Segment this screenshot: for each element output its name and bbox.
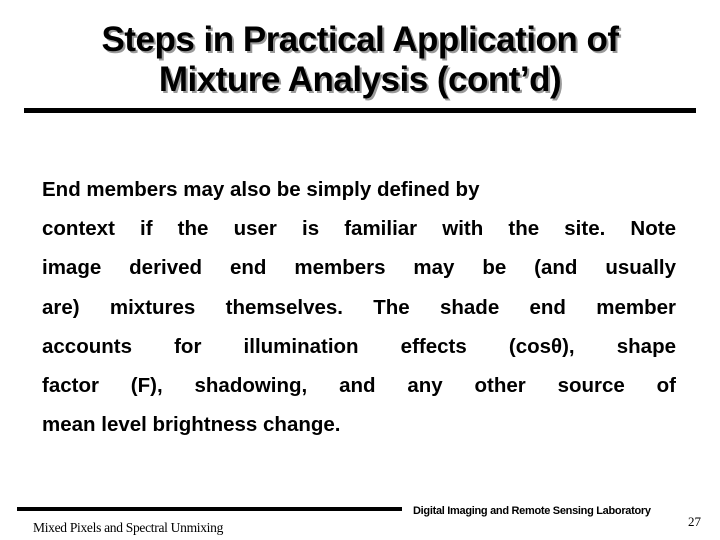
page-number: 27 (688, 514, 701, 529)
body-line: accounts for illumination effects (cosθ)… (42, 334, 676, 358)
body-line: End members may also be simply defined b… (42, 178, 480, 201)
footer-lab-name: Digital Imaging and Remote Sensing Labor… (413, 505, 651, 517)
slide-title-line-1: Steps in Practical Application of (101, 20, 619, 59)
body-line: context if the user is familiar with the… (42, 217, 676, 241)
body-line: factor (F), shadowing, and any other sou… (42, 373, 676, 397)
slide-body: End members may also be simply defined b… (42, 170, 676, 444)
footer-divider (17, 507, 402, 511)
title-divider (24, 108, 696, 113)
footer-course-title: Mixed Pixels and Spectral Unmixing (33, 520, 224, 535)
body-line: mean level brightness change. (42, 413, 341, 437)
body-line: are) mixtures themselves. The shade end … (42, 295, 676, 319)
body-line: image derived end members may be (and us… (42, 256, 676, 280)
slide-title-line-2: Mixture Analysis (cont’d) (158, 60, 562, 99)
slide-title: Steps in Practical Application of Mixtur… (0, 20, 720, 100)
